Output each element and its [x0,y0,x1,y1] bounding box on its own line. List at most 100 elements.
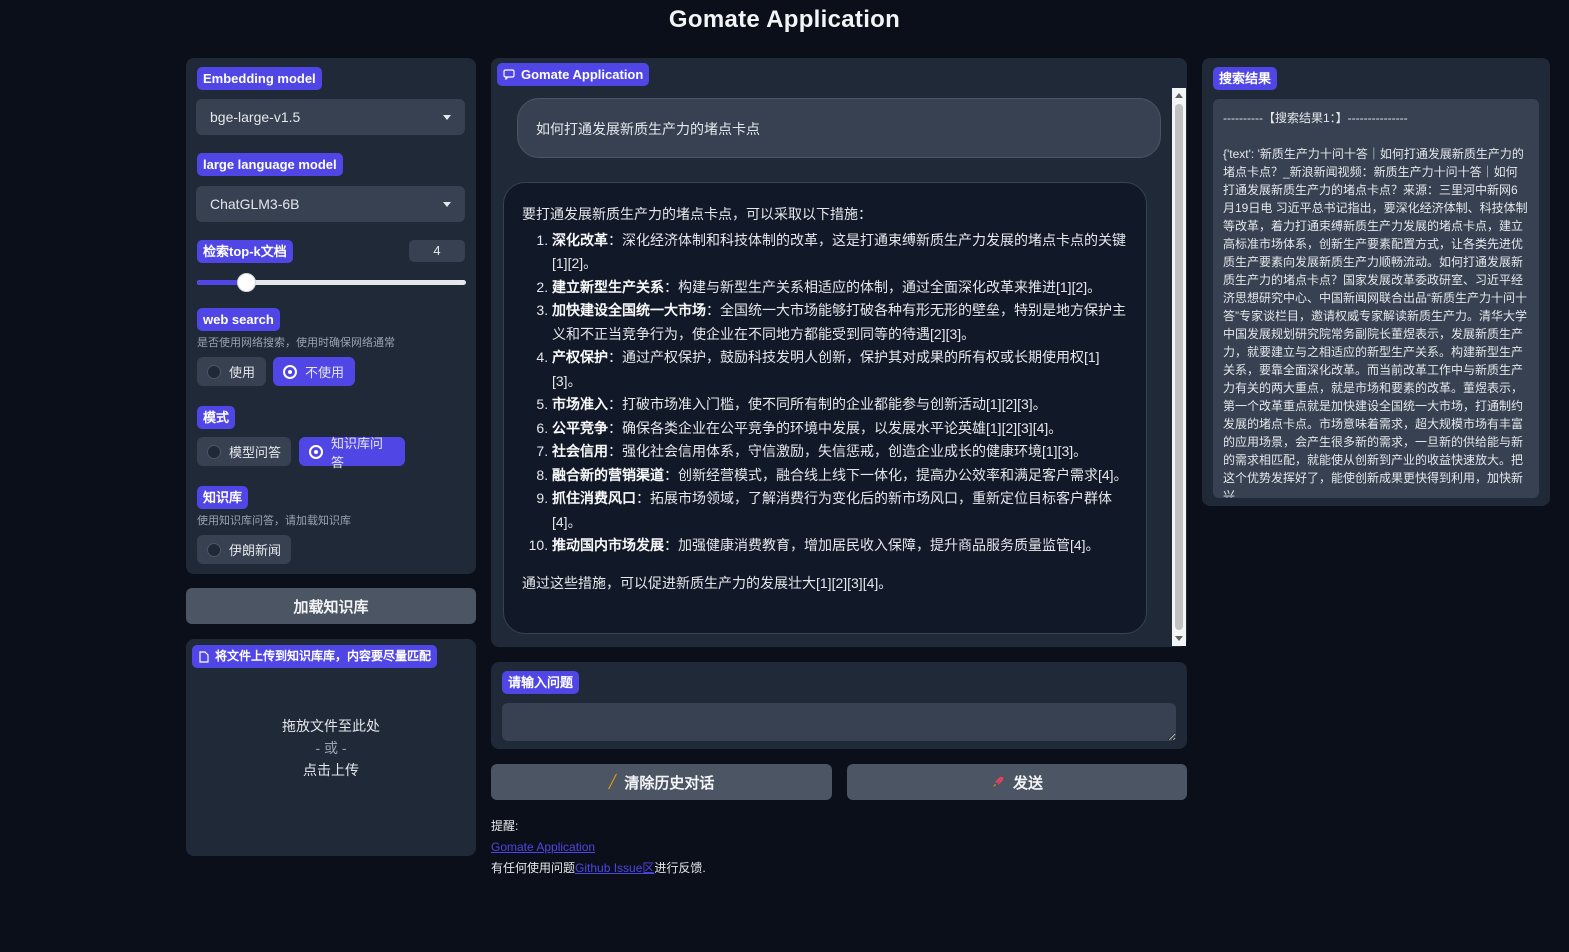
bot-item-title: 融合新的营销渠道 [552,466,664,483]
bot-item-title: 抓住消费风口 [552,490,636,506]
llm-value: ChatGLM3-6B [210,196,300,212]
topk-slider-thumb[interactable] [237,273,256,292]
topk-value: 4 [433,243,441,258]
radio-icon [207,364,221,379]
embedding-model-value: bge-large-v1.5 [210,109,301,125]
upload-label: 将文件上传到知识库库，内容要尽量匹配 [192,645,438,668]
chat-label-text: Gomate Application [521,67,644,82]
question-input[interactable] [502,703,1176,741]
send-button[interactable]: 发送 [847,764,1187,800]
drop-text: 拖放文件至此处 [282,718,380,734]
search-results-panel: 搜索结果 ----------【搜索结果1：】--------------- {… [1202,58,1550,506]
app-title: Gomate Application [668,6,901,33]
bot-conclusion: 通过这些措施，可以促进新质生产力的发展壮大[1][2][3][4]。 [522,574,893,591]
bot-item-title: 社会信用 [552,443,608,459]
load-kb-button[interactable]: 加载知识库 [186,588,476,624]
topk-number-input[interactable]: 4 [409,240,465,262]
web-search-option-no[interactable]: 不使用 [273,357,355,386]
bot-list-item: 公平竞争：确保各类企业在公平竞争的环境中发展，以发展水平论英雄[1][2][3]… [552,417,1128,441]
upload-panel[interactable]: 将文件上传到知识库库，内容要尽量匹配 拖放文件至此处 - 或 - 点击上传 [186,639,476,856]
radio-selected-icon [309,444,323,459]
footer-issue-line: 有任何使用问题Github Issue区进行反馈. [491,858,706,879]
search-results-textarea[interactable]: ----------【搜索结果1：】--------------- {'text… [1213,99,1539,498]
bot-item-text: ：通过产权保护，鼓励科技发明人创新，保护其对成果的所有权或长期使用权[1][3]… [552,349,1100,389]
radio-label: 不使用 [305,365,345,380]
mode-option-kb[interactable]: 知识库问答 [299,436,405,470]
bot-item-title: 建立新型生产关系 [552,278,664,295]
embedding-model-label: Embedding model [197,67,322,90]
bot-item-text: ：创新经营模式，融合线上线下一体化，提高办公效率和满足客户需求[4]。 [664,466,1128,483]
upload-label-text: 将文件上传到知识库库，内容要尽量匹配 [215,649,432,663]
settings-panel: Embedding model bge-large-v1.5 large lan… [186,58,476,574]
radio-selected-icon [283,364,297,379]
footer: 提醒: Gomate Application 有任何使用问题Github Iss… [491,816,706,879]
kb-label: 知识库 [197,486,249,509]
bot-list-item: 加快建设全国统一大市场：全国统一大市场能够打破各种有形无形的壁垒，特别是地方保护… [552,299,1128,346]
scrollbar-thumb[interactable] [1175,104,1183,630]
kb-option-iran-news[interactable]: 伊朗新闻 [197,535,291,564]
web-search-hint: 是否使用网络搜索，使用时确保网络通常 [197,337,395,349]
bot-item-title: 产权保护 [552,349,608,365]
bot-list-item: 抓住消费风口：拓展市场领域，了解消费行为变化后的新市场风口，重新定位目标客户群体… [552,487,1128,534]
bot-item-title: 深化改革 [552,231,608,248]
bot-list-item: 社会信用：强化社会信用体系，守信激励，失信惩戒，创造企业成长的健康环境[1][3… [552,440,1128,464]
bot-item-title: 市场准入 [552,396,608,412]
bot-item-text: ：加强健康消费教育，增加居民收入保障，提升商品服务质量监管[4]。 [664,537,1100,553]
click-upload-text: 点击上传 [303,762,359,778]
bot-item-text: ：强化社会信用体系，守信激励，失信惩戒，创造企业成长的健康环境[1][3]。 [608,443,1088,459]
bot-item-text: ：打破市场准入门槛，使不同所有制的企业都能参与创新活动[1][2][3]。 [608,396,1047,412]
mode-label: 模式 [197,406,236,429]
broom-icon: ╱ [608,774,617,789]
mode-option-model[interactable]: 模型问答 [197,437,291,466]
scroll-down-icon[interactable] [1175,636,1183,641]
chat-panel: Gomate Application 如何打通发展新质生产力的堵点卡点 要打通发… [491,58,1187,647]
bot-item-text: ：构建与新型生产关系相适应的体制，通过全面深化改革来推进[1][2]。 [664,278,1102,295]
topk-slider[interactable] [197,273,466,292]
kb-hint: 使用知识库问答，请加载知识库 [197,515,351,527]
bot-list-item: 深化改革：深化经济体制和科技体制的改革，这是打通束缚新质生产力发展的堵点卡点的关… [552,229,1128,276]
question-label: 请输入问题 [502,671,580,694]
clear-history-label: 清除历史对话 [624,774,715,792]
llm-select[interactable]: ChatGLM3-6B [196,186,465,222]
chevron-down-icon [443,201,451,207]
send-label: 发送 [1012,774,1043,792]
chat-icon [503,69,515,80]
embedding-model-select[interactable]: bge-large-v1.5 [196,99,465,135]
footer-issue-suffix: 进行反馈. [654,861,706,875]
radio-icon [207,444,221,459]
user-message: 如何打通发展新质生产力的堵点卡点 [517,98,1161,158]
topk-label: 检索top-k文档 [197,240,293,263]
question-panel: 请输入问题 [491,662,1187,749]
web-search-option-use[interactable]: 使用 [197,357,266,386]
search-results-label: 搜索结果 [1213,67,1278,90]
radio-icon [207,542,221,557]
bot-item-title: 公平竞争 [552,419,608,436]
scroll-up-icon[interactable] [1175,93,1183,98]
or-text: - 或 - [315,740,347,756]
rocket-icon [992,777,1003,787]
bot-list-item: 融合新的营销渠道：创新经营模式，融合线上线下一体化，提高办公效率和满足客户需求[… [552,464,1128,488]
bot-list-item: 推动国内市场发展：加强健康消费教育，增加居民收入保障，提升商品服务质量监管[4]… [552,534,1128,558]
radio-label: 模型问答 [229,445,282,460]
clear-history-button[interactable]: ╱ 清除历史对话 [491,764,832,800]
github-issue-link[interactable]: Github Issue区 [575,861,654,875]
chevron-down-icon [443,114,451,120]
bot-item-title: 加快建设全国统一大市场 [552,302,706,318]
bot-item-text: ：拓展市场领域，了解消费行为变化后的新市场风口，重新定位目标客户群体[4]。 [552,490,1112,530]
bot-list: 深化改革：深化经济体制和科技体制的改革，这是打通束缚新质生产力发展的堵点卡点的关… [522,229,1128,558]
web-search-label: web search [197,308,280,331]
radio-label: 使用 [229,365,256,380]
radio-label: 知识库问答 [331,435,384,470]
chat-scrollbar[interactable] [1172,88,1186,646]
footer-issue-prefix: 有任何使用问题 [491,861,576,875]
llm-label: large language model [197,153,343,176]
bot-list-item: 产权保护：通过产权保护，鼓励科技发明人创新，保护其对成果的所有权或长期使用权[1… [552,346,1128,393]
footer-app-link[interactable]: Gomate Application [491,840,595,854]
bot-list-item: 市场准入：打破市场准入门槛，使不同所有制的企业都能参与创新活动[1][2][3]… [552,393,1128,417]
radio-label: 伊朗新闻 [229,543,282,558]
bot-intro: 要打通发展新质生产力的堵点卡点，可以采取以下措施： [522,206,872,222]
bot-item-text: ：深化经济体制和科技体制的改革，这是打通束缚新质生产力发展的堵点卡点的关键[1]… [552,231,1126,272]
upload-drop-zone[interactable]: 拖放文件至此处 - 或 - 点击上传 [186,715,476,781]
search-result-text: {'text': '新质生产力十问十答｜如何打通发展新质生产力的堵点卡点？_新浪… [1223,147,1528,498]
chat-label: Gomate Application [497,63,650,86]
